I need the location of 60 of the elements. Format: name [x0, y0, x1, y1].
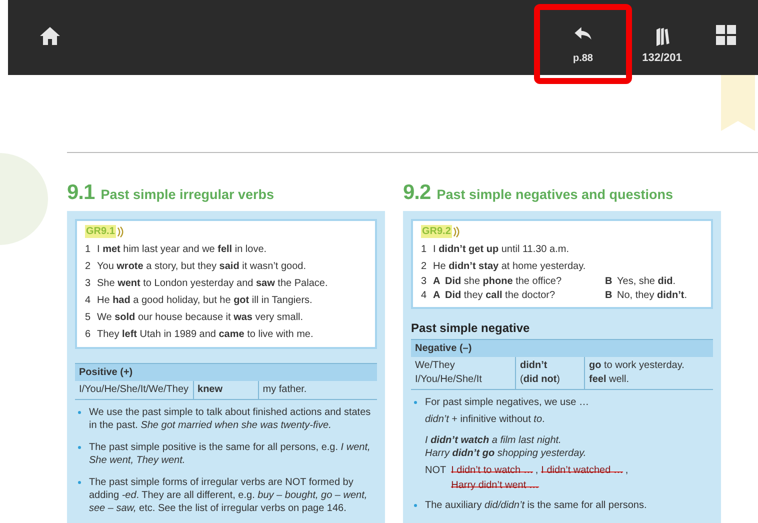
- example-sentence: He had a good holiday, but he got ill in Tangiers.: [97, 294, 312, 308]
- bullet-text: The past simple forms of irregular verbs are NOT formed by adding -ed. They are all different, e.g. buy – bought, go – went, see – saw, etc. See the list of irregular verbs on page 146.: [89, 476, 368, 515]
- example-number: 1: [421, 243, 428, 257]
- example-sentence: Harry didn’t go shopping yesterday.: [425, 447, 588, 460]
- back-to-page-button[interactable]: p.88: [534, 4, 632, 84]
- example-number: 2: [85, 260, 92, 274]
- section-number: 9.1: [67, 181, 95, 205]
- example-sentence: Did they call the doctor?: [445, 289, 556, 303]
- table-cell: my father.: [258, 381, 377, 400]
- speaker-label: B: [605, 275, 614, 289]
- bullet-dot: [414, 401, 417, 404]
- speaker-label: A: [433, 289, 442, 303]
- audio-icon[interactable]: [452, 226, 460, 238]
- example-sentence: I didn’t watch a film last night.: [425, 434, 562, 447]
- example-sentence: No, they didn’t.: [617, 289, 688, 303]
- bullet-text: For past simple negatives, we use …: [425, 396, 590, 409]
- bullet-text: We use the past simple to talk about finished actions and states in the past. She got married when she was twenty-five.: [89, 406, 372, 432]
- bullet-text: didn’t + infinitive without to.: [425, 413, 546, 426]
- bullet-text: The auxiliary did/didn’t is the same for all persons.: [425, 499, 647, 512]
- example-sentence: You wrote a story, but they said it wasn’t good.: [97, 260, 306, 274]
- example-sentence: They left Utah in 1989 and came to live with me.: [97, 328, 314, 342]
- example-number: 5: [85, 311, 92, 325]
- example-sentence: I didn’t get up until 11.30 a.m.: [433, 243, 569, 257]
- example-sentence: Did she phone the office?: [445, 275, 563, 289]
- table-cell: We/They I/You/He/She/It: [411, 357, 516, 390]
- grid-icon[interactable]: [716, 24, 736, 44]
- comma: ,: [625, 464, 628, 477]
- bullet-dot: [78, 446, 81, 449]
- section-title: Past simple negatives and questions: [436, 187, 674, 202]
- audio-icon[interactable]: [116, 226, 124, 238]
- example-number: 6: [85, 328, 92, 342]
- example-sentence: Yes, she did.: [617, 275, 676, 289]
- bullet-dot: [414, 504, 417, 507]
- example-number: 1: [85, 243, 92, 257]
- table-cell: go to work yesterday. feel well.: [584, 357, 713, 390]
- bullet-text: The past simple positive is the same for all persons, e.g. I went, She went, They went.: [89, 441, 372, 467]
- bullet-dot: [78, 481, 81, 484]
- table-cell: didn’t (did not): [516, 357, 584, 390]
- example-sentence: I met him last year and we fell in love.: [97, 243, 267, 257]
- table-cell: knew: [193, 381, 258, 400]
- example-number: 2: [421, 260, 428, 274]
- section-number: 9.2: [403, 181, 431, 205]
- example-number: 3: [421, 275, 428, 289]
- example-number: 4: [85, 294, 92, 308]
- example-sentence: We sold our house because it was very small.: [97, 311, 304, 325]
- not-label: NOT: [425, 464, 446, 478]
- speaker-label: B: [605, 289, 614, 303]
- example-sentence: She went to London yesterday and saw the Palace.: [97, 277, 328, 291]
- table-header: Negative (–): [411, 340, 713, 357]
- comma: ,: [535, 464, 538, 477]
- table-header: Positive (+): [75, 364, 377, 381]
- example-sentence: He didn’t stay at home yesterday.: [433, 260, 586, 274]
- section-title: Past simple irregular verbs: [100, 187, 274, 202]
- example-number: 4: [421, 289, 428, 303]
- table-cell: I/You/He/She/It/We/They: [75, 381, 194, 400]
- example-number: 3: [85, 277, 92, 291]
- page-counter-button[interactable]: 132/201: [632, 4, 692, 84]
- subheading: Past simple negative: [411, 321, 531, 335]
- bullet-dot: [78, 411, 81, 414]
- speaker-label: A: [433, 275, 442, 289]
